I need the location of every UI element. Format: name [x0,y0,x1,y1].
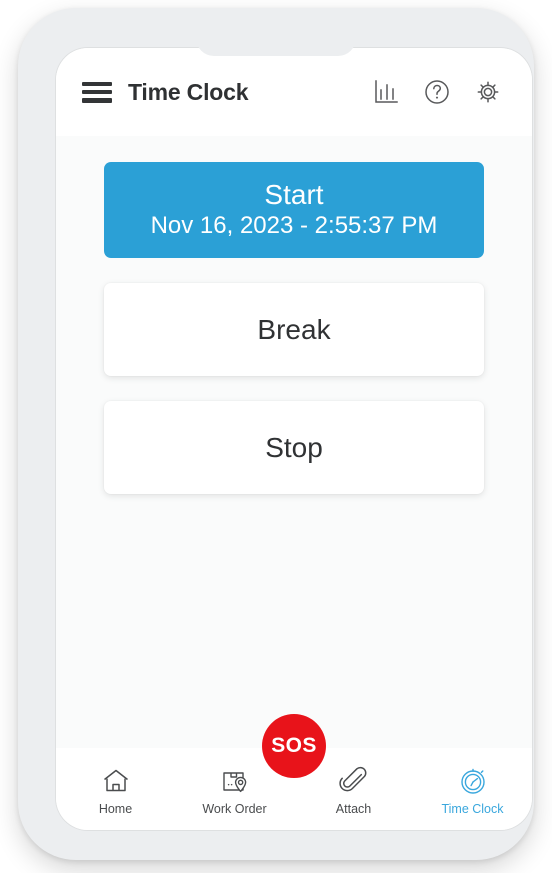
work-order-box-pin-icon [220,766,250,796]
start-button-label: Start [264,179,324,211]
sos-button-wrapper: SOS [262,714,326,778]
nav-item-home[interactable]: Home [56,762,175,816]
nav-item-time-clock[interactable]: Time Clock [413,762,532,816]
header-actions [372,78,502,106]
break-button-label: Break [257,313,331,345]
start-button[interactable]: Start Nov 16, 2023 - 2:55:37 PM [104,162,484,258]
hamburger-bar [82,81,112,86]
header-left-group: Time Clock [82,79,372,106]
page-title: Time Clock [128,78,249,105]
sos-button-label: SOS [271,734,317,757]
home-icon [101,766,131,796]
break-button[interactable]: Break [104,283,484,376]
nav-label-attach: Attach [335,802,372,816]
hamburger-bar [82,89,112,95]
bar-chart-icon[interactable] [372,78,400,106]
gear-icon[interactable] [474,78,502,106]
time-clock-content: Start Nov 16, 2023 - 2:55:37 PM Break St… [56,136,532,748]
hamburger-menu-icon[interactable] [82,81,112,103]
help-circle-icon[interactable] [423,78,451,106]
paperclip-icon [338,766,369,796]
screenshot-stage: Time Clock Start Nov 16, 2023 - 2:55:37 … [0,0,552,873]
stop-button-label: Stop [265,431,323,463]
stop-button[interactable]: Stop [104,401,484,494]
app-header: Time Clock [56,48,532,136]
nav-label-work-order: Work Order [202,802,267,816]
sos-button[interactable]: SOS [262,714,326,778]
phone-notch [196,16,356,56]
stopwatch-icon [458,766,488,796]
nav-label-time-clock: Time Clock [441,802,504,816]
nav-label-home: Home [98,802,133,816]
phone-frame: Time Clock Start Nov 16, 2023 - 2:55:37 … [18,8,534,860]
phone-screen: Time Clock Start Nov 16, 2023 - 2:55:37 … [56,48,532,830]
hamburger-bar [82,98,112,103]
start-button-timestamp: Nov 16, 2023 - 2:55:37 PM [150,212,438,240]
